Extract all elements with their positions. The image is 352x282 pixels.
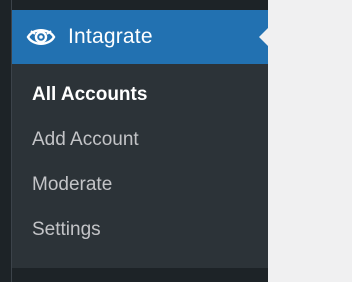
submenu-item-moderate[interactable]: Moderate <box>12 162 268 207</box>
submenu-item-settings[interactable]: Settings <box>12 207 268 252</box>
sidebar-bottom-strip <box>12 268 268 282</box>
intagrate-submenu: All Accounts Add Account Moderate Settin… <box>12 64 268 268</box>
menu-item-intagrate[interactable]: Intagrate <box>12 10 268 64</box>
submenu-item-add-account[interactable]: Add Account <box>12 117 268 162</box>
menu-item-label: Intagrate <box>68 25 153 48</box>
intagrate-eye-icon <box>24 20 58 54</box>
sidebar-top-strip <box>12 0 268 10</box>
submenu-item-all-accounts[interactable]: All Accounts <box>12 72 268 117</box>
admin-sidebar: Intagrate All Accounts Add Account Moder… <box>12 0 268 282</box>
admin-left-edge <box>0 0 12 282</box>
